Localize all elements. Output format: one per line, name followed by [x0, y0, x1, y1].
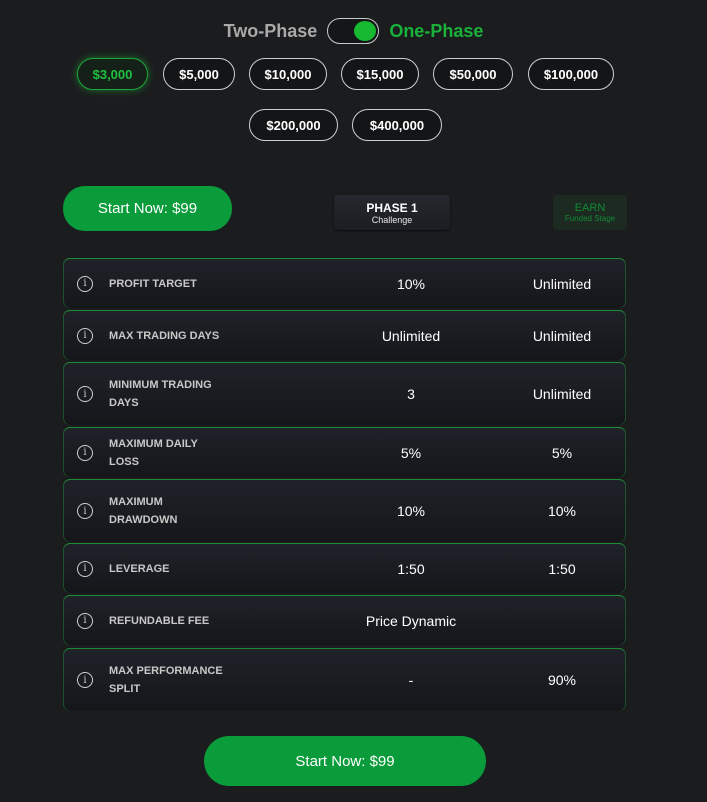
- rule-label: LEVERAGE: [109, 562, 170, 575]
- phase1-title: PHASE 1: [366, 200, 418, 215]
- rule-label: MAX TRADING DAYS: [109, 329, 220, 342]
- phase1-value: -: [408, 672, 414, 688]
- earn-value: 10%: [547, 503, 577, 519]
- rule-row-minimum-trading-days: i MINIMUM TRADING DAYS 3 Unlimited: [63, 362, 626, 425]
- earn-stage-header[interactable]: EARN Funded Stage: [553, 195, 627, 230]
- info-icon[interactable]: i: [77, 444, 93, 461]
- rule-row-max-performance-split: i MAX PERFORMANCE SPLIT - 90%: [63, 648, 626, 711]
- amount-option-3000[interactable]: $3,000: [77, 58, 148, 90]
- two-phase-label[interactable]: Two-Phase: [224, 21, 318, 42]
- rule-row-max-trading-days: i MAX TRADING DAYS Unlimited Unlimited: [63, 310, 626, 360]
- amount-option-100000[interactable]: $100,000: [528, 58, 614, 90]
- rule-row-profit-target: i PROFIT TARGET 10% Unlimited: [63, 258, 626, 308]
- phase1-value: 10%: [396, 275, 426, 292]
- amount-option-10000[interactable]: $10,000: [249, 58, 327, 90]
- info-icon[interactable]: i: [77, 503, 93, 519]
- phase1-value: 3: [407, 386, 415, 402]
- phase1-value: 10%: [396, 503, 426, 519]
- phase1-subtitle: Challenge: [371, 214, 413, 225]
- earn-value: Unlimited: [532, 327, 592, 344]
- rule-label: MINIMUM TRADING DAYS: [109, 379, 212, 409]
- rule-label: MAX PERFORMANCE SPLIT: [109, 665, 223, 695]
- rule-row-maximum-daily-loss: i MAXIMUM DAILY LOSS 5% 5%: [63, 427, 626, 477]
- rule-row-maximum-drawdown: i MAXIMUM DRAWDOWN 10% 10%: [63, 479, 626, 542]
- rule-row-leverage: i LEVERAGE 1:50 1:50: [63, 543, 626, 593]
- earn-value: Unlimited: [532, 275, 592, 292]
- rule-label: PROFIT TARGET: [109, 277, 197, 290]
- amount-option-400000[interactable]: $400,000: [352, 109, 442, 141]
- amount-option-50000[interactable]: $50,000: [433, 58, 513, 90]
- info-icon[interactable]: i: [77, 612, 93, 629]
- rule-label: MAXIMUM DAILY LOSS: [109, 437, 198, 468]
- phase1-value: Price Dynamic: [365, 612, 457, 629]
- phase1-stage-header[interactable]: PHASE 1 Challenge: [334, 195, 450, 230]
- rule-row-refundable-fee: i REFUNDABLE FEE Price Dynamic: [63, 595, 626, 645]
- challenge-pricing-page: Two-Phase One-Phase $3,000 $5,000 $10,00…: [0, 0, 707, 802]
- rule-label: MAXIMUM DRAWDOWN: [109, 496, 178, 526]
- info-icon[interactable]: i: [77, 672, 93, 688]
- amount-option-15000[interactable]: $15,000: [341, 58, 419, 90]
- start-now-button-bottom[interactable]: Start Now: $99: [204, 736, 486, 786]
- earn-value: 1:50: [548, 560, 576, 577]
- earn-value: 5%: [551, 444, 573, 461]
- start-now-button-top[interactable]: Start Now: $99: [63, 186, 232, 231]
- phase1-value: 1:50: [397, 560, 425, 577]
- rule-label: REFUNDABLE FEE: [109, 614, 210, 627]
- info-icon[interactable]: i: [77, 275, 93, 292]
- amount-option-200000[interactable]: $200,000: [249, 109, 338, 141]
- earn-subtitle: Funded Stage: [564, 214, 616, 223]
- info-icon[interactable]: i: [77, 560, 93, 577]
- amount-option-5000[interactable]: $5,000: [163, 58, 235, 90]
- phase1-value: 5%: [400, 444, 422, 461]
- phase-toggle-switch[interactable]: [327, 18, 380, 44]
- phase-toggle-row: Two-Phase One-Phase: [0, 16, 707, 46]
- toggle-knob: [354, 21, 377, 41]
- earn-value: Unlimited: [532, 386, 592, 402]
- info-icon[interactable]: i: [77, 386, 93, 402]
- one-phase-label[interactable]: One-Phase: [389, 21, 483, 42]
- earn-title: EARN: [574, 202, 606, 214]
- phase1-value: Unlimited: [381, 327, 441, 344]
- info-icon[interactable]: i: [77, 327, 93, 344]
- earn-value: 90%: [547, 672, 577, 688]
